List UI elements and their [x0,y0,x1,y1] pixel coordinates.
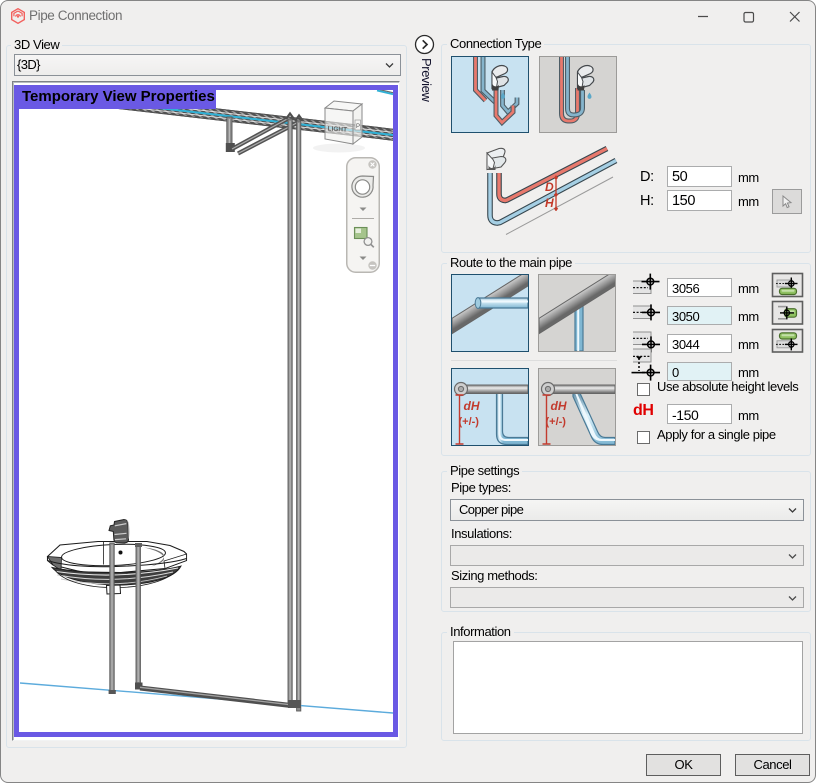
svg-text:LIGHT: LIGHT [327,126,347,134]
svg-text:D: D [545,180,554,194]
svg-text:H: H [545,196,554,210]
svg-text:dH: dH [464,399,480,413]
svg-text:P: P [356,124,360,130]
svg-text:(+/-): (+/-) [459,416,480,428]
svg-text:(+/-): (+/-) [546,416,567,428]
svg-text:dH: dH [551,399,567,413]
